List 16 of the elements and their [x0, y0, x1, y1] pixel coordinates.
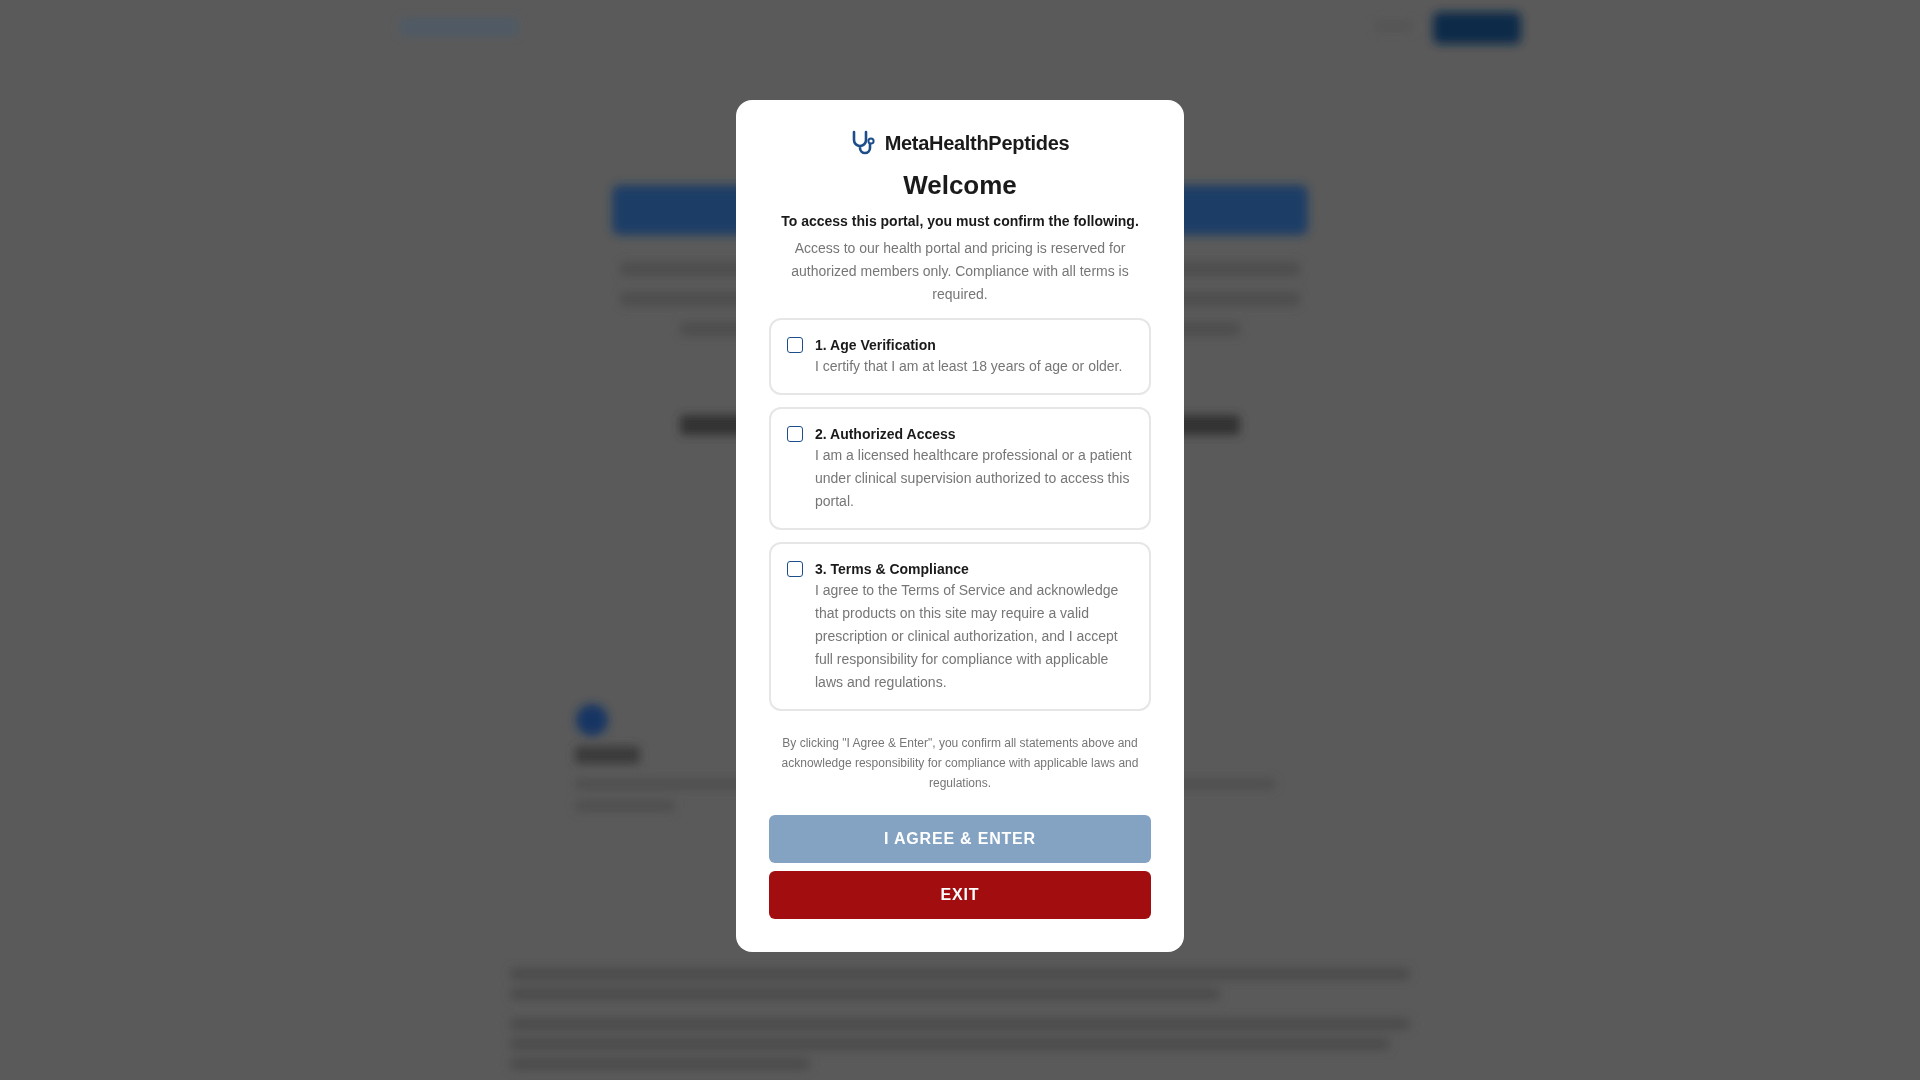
exit-button[interactable]: EXIT [769, 871, 1151, 919]
checkbox[interactable] [787, 561, 803, 577]
confirmation-text: I certify that I am at least 18 years of age or older. [815, 357, 1123, 376]
confirmation-heading: 1. Age Verification [815, 336, 937, 355]
stethoscope-icon [850, 130, 877, 156]
confirmation-heading: 3. Terms & Compliance [815, 560, 970, 579]
intro-text: Access to our health portal and pricing is reserved for authorized members only. Compliance with all terms is required. [790, 239, 1130, 304]
confirmation-text: I agree to the Terms of Service and acknowledge that products on this site may require a valid prescription or clinical authorization, and I accept full responsibility for compliance with applicable laws and regulations. [815, 581, 1120, 692]
dialog-title: Welcome [903, 170, 1017, 201]
dialog-subtitle: To access this portal, you must confirm the following. [780, 213, 1140, 229]
brand-name: MetaHealthPeptides [884, 131, 1070, 155]
notice-text: By clicking "I Agree & Enter", you confirm all statements above and acknowledge responsibility for compliance with applicable laws and regulations. [780, 735, 1140, 792]
checkbox[interactable] [787, 426, 803, 442]
checkbox[interactable] [787, 337, 803, 353]
confirmation-heading: 2. Authorized Access [815, 425, 957, 444]
confirmation-text: I am a licensed healthcare professional or a patient under clinical supervision authorized to access this portal. [815, 446, 1133, 511]
